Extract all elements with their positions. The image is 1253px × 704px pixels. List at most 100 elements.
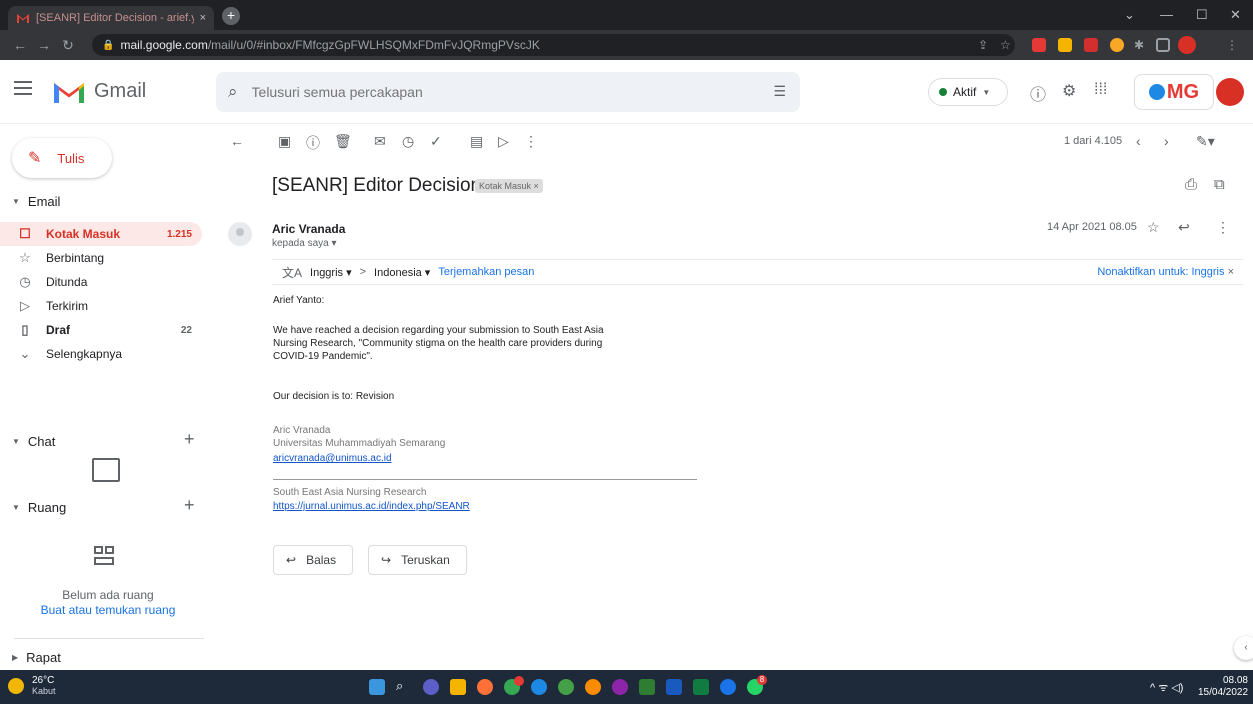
file-explorer-icon[interactable] xyxy=(450,679,466,695)
chat-section-header[interactable]: ▼ Chat xyxy=(12,434,55,449)
meet-now-icon[interactable] xyxy=(423,679,439,695)
inbox-label-chip[interactable]: Kotak Masuk × xyxy=(475,179,543,193)
reload-icon[interactable]: ↻ xyxy=(56,37,80,54)
next-icon[interactable]: › xyxy=(1164,133,1169,149)
delete-icon[interactable]: 🗑 xyxy=(334,133,352,150)
chevron-down-icon: ▼ xyxy=(982,87,991,97)
account-avatar[interactable] xyxy=(1216,78,1244,106)
search-options-icon[interactable]: ☰ xyxy=(773,83,786,100)
windows-start-icon[interactable] xyxy=(369,679,385,695)
sender-name[interactable]: Aric Vranada xyxy=(272,222,345,236)
chrome-profile-icon[interactable] xyxy=(558,679,574,695)
weather-widget[interactable]: 26°C Kabut xyxy=(8,675,56,697)
sidebar-item-label: Terkirim xyxy=(46,299,88,313)
extension-icon[interactable] xyxy=(1032,38,1046,52)
email-section-header[interactable]: ▼ Email xyxy=(12,194,60,209)
input-tools-icon[interactable]: ✎▾ xyxy=(1196,133,1215,150)
help-icon[interactable]: ⓘ xyxy=(1030,81,1046,105)
reply-icon[interactable]: ↩ xyxy=(1178,219,1190,236)
app-icon[interactable] xyxy=(720,679,736,695)
profile-avatar[interactable] xyxy=(1178,36,1196,54)
label-icon[interactable]: ▷ xyxy=(498,133,509,150)
sidebar-item-snoozed[interactable]: ◷ Ditunda xyxy=(0,270,202,294)
back-icon[interactable]: ← xyxy=(8,37,32,53)
add-room-icon[interactable]: + xyxy=(184,495,195,516)
more-icon[interactable]: ⋮ xyxy=(1216,219,1230,236)
app-icon[interactable] xyxy=(639,679,655,695)
search-icon[interactable]: ⌕ xyxy=(228,82,238,102)
compose-button[interactable]: ✎ Tulis xyxy=(12,138,112,178)
add-chat-icon[interactable]: + xyxy=(184,429,195,450)
status-button[interactable]: Aktif ▼ xyxy=(928,78,1008,106)
side-panel-toggle-icon[interactable]: ‹ xyxy=(1234,636,1253,660)
add-task-icon[interactable]: ✓ xyxy=(430,133,442,150)
signature-email-link[interactable]: aricvranada@unimus.ac.id xyxy=(273,452,392,465)
decision-text: Our decision is to: Revision xyxy=(273,391,395,402)
archive-icon[interactable]: ▣ xyxy=(278,133,291,150)
sidebar-item-inbox[interactable]: ☐ Kotak Masuk 1.215 xyxy=(0,222,202,246)
search-input[interactable] xyxy=(251,84,732,100)
find-room-link[interactable]: Buat atau temukan ruang xyxy=(0,603,216,617)
forward-button[interactable]: ↪ Teruskan xyxy=(368,545,467,575)
journal-url-link[interactable]: https://jurnal.unimus.ac.id/index.php/SE… xyxy=(273,500,470,513)
extension-icon[interactable] xyxy=(1110,38,1124,52)
browser-tab[interactable]: [SEANR] Editor Decision - arief.y × xyxy=(8,6,214,30)
word-icon[interactable] xyxy=(666,679,682,695)
rooms-icon xyxy=(94,546,116,566)
chat-bubble-icon xyxy=(92,458,120,482)
recipient-details[interactable]: kepada saya ▾ xyxy=(272,238,337,249)
source-language-select[interactable]: Inggris ▾ xyxy=(310,266,352,279)
more-icon[interactable]: ⋮ xyxy=(524,133,538,150)
sidebar-item-sent[interactable]: ▷ Terkirim xyxy=(0,294,202,318)
maximize-button[interactable]: ☐ xyxy=(1196,7,1208,23)
sidebar-item-starred[interactable]: ☆ Berbintang xyxy=(0,246,202,270)
close-icon[interactable]: × xyxy=(1228,266,1234,278)
browser-menu-icon[interactable]: ⋮ xyxy=(1226,38,1240,52)
translate-message-link[interactable]: Terjemahkan pesan xyxy=(438,266,534,278)
back-arrow-icon[interactable]: ← xyxy=(230,133,244,149)
print-icon[interactable]: ⎙ xyxy=(1185,176,1197,193)
sidepanel-icon[interactable] xyxy=(1156,38,1170,52)
system-tray-icons[interactable]: ^ ᯤ ◁) xyxy=(1150,680,1183,695)
share-icon[interactable]: ⇪ xyxy=(978,38,992,52)
menu-icon[interactable] xyxy=(14,81,32,95)
sidebar-item-drafts[interactable]: ▯ Draf 22 xyxy=(0,318,202,342)
new-tab-button[interactable]: + xyxy=(222,7,240,25)
reply-button[interactable]: ↩ Balas xyxy=(273,545,354,575)
minimize-button[interactable]: — xyxy=(1160,7,1173,22)
tab-search-icon[interactable]: ⌄ xyxy=(1124,7,1135,23)
url-field[interactable]: 🔒 mail.google.com/mail/u/0/#inbox/FMfcgz… xyxy=(92,34,1015,56)
extension-icon[interactable] xyxy=(1058,38,1072,52)
search-icon[interactable]: ⌕ xyxy=(396,678,412,694)
tab-close-icon[interactable]: × xyxy=(200,12,206,24)
notification-badge: 8 xyxy=(757,675,767,685)
puzzle-icon[interactable]: ✱ xyxy=(1134,38,1148,52)
close-window-button[interactable]: ✕ xyxy=(1230,7,1241,23)
report-spam-icon[interactable]: ⓘ xyxy=(306,133,320,153)
search-bar[interactable]: ⌕ ☰ xyxy=(216,72,800,112)
meet-section-header[interactable]: ▶ Rapat xyxy=(12,650,61,665)
move-to-icon[interactable]: ▤ xyxy=(470,133,483,150)
excel-icon[interactable] xyxy=(693,679,709,695)
sidebar-item-more[interactable]: ⌄ Selengkapnya xyxy=(0,342,202,366)
chrome-profile-icon[interactable] xyxy=(585,679,601,695)
firefox-icon[interactable] xyxy=(477,679,493,695)
bookmark-star-icon[interactable]: ☆ xyxy=(1000,38,1014,52)
taskbar-clock[interactable]: 08.08 15/04/2022 xyxy=(1198,675,1248,699)
apps-grid-icon[interactable]: ⁞⁞⁞ xyxy=(1094,81,1107,99)
disable-translate-link[interactable]: Nonaktifkan untuk: Inggris xyxy=(1097,266,1224,278)
rooms-section-header[interactable]: ▼ Ruang xyxy=(12,500,66,515)
open-new-window-icon[interactable]: ⧉ xyxy=(1214,176,1225,193)
snooze-icon[interactable]: ◷ xyxy=(402,133,414,150)
chrome-profile-icon[interactable] xyxy=(612,679,628,695)
prev-icon[interactable]: ‹ xyxy=(1136,133,1141,149)
target-language-select[interactable]: Indonesia ▾ xyxy=(374,266,430,279)
extension-icon[interactable] xyxy=(1084,38,1098,52)
chrome-profile-icon[interactable] xyxy=(531,679,547,695)
gear-icon[interactable]: ⚙ xyxy=(1062,81,1076,101)
forward-icon[interactable]: → xyxy=(32,37,56,53)
organization-logo[interactable]: MG xyxy=(1134,74,1214,110)
mark-unread-icon[interactable]: ✉ xyxy=(374,133,386,150)
signature-divider xyxy=(273,479,697,480)
star-icon[interactable]: ☆ xyxy=(1147,219,1160,236)
